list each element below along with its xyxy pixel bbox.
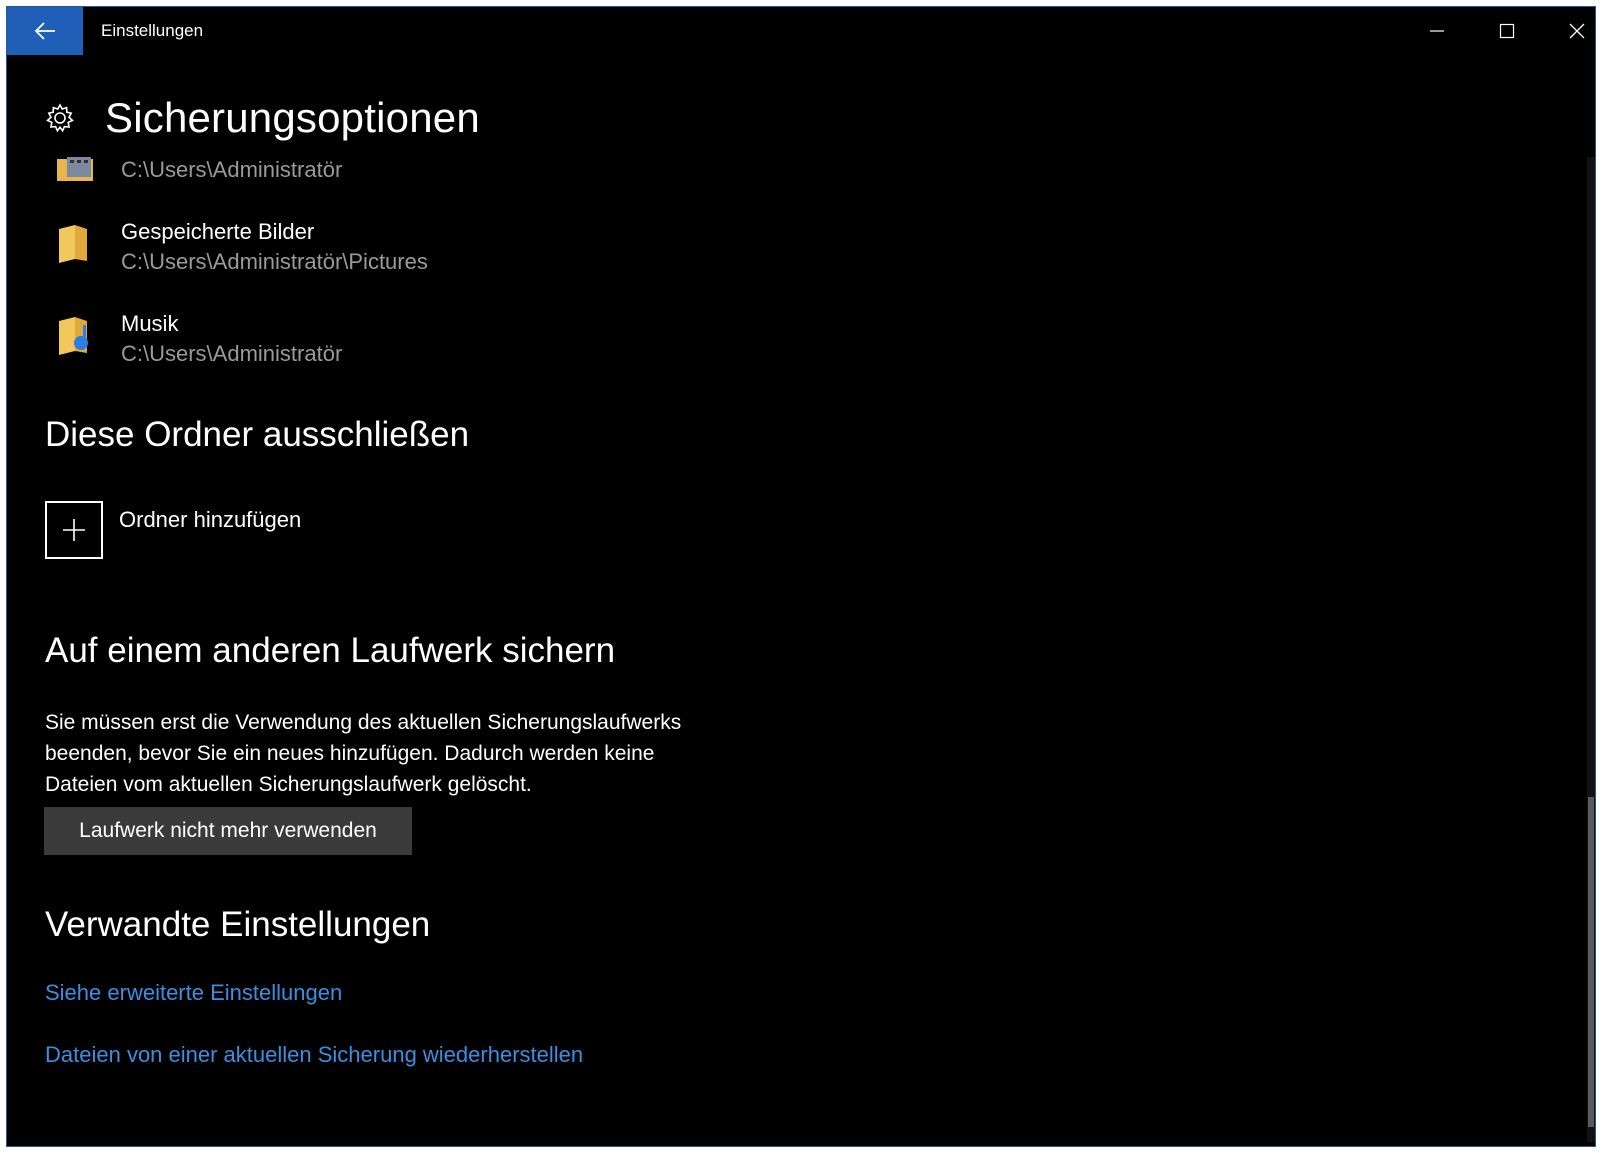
vertical-scrollbar[interactable] bbox=[1587, 157, 1595, 1142]
video-folder-icon bbox=[53, 151, 97, 195]
advanced-settings-link[interactable]: Siehe erweiterte Einstellungen bbox=[45, 980, 342, 1006]
folder-path: C:\Users\Administratör bbox=[121, 157, 343, 182]
music-folder-icon bbox=[53, 313, 97, 357]
folder-icon bbox=[53, 221, 97, 265]
page-title: Sicherungsoptionen bbox=[105, 94, 480, 141]
folder-name: Musik bbox=[121, 311, 179, 336]
title-bar: Einstellungen bbox=[7, 7, 1595, 55]
add-folder-label: Ordner hinzufügen bbox=[119, 507, 302, 532]
stop-using-drive-button[interactable]: Laufwerk nicht mehr verwenden bbox=[44, 807, 412, 855]
folder-name: Gespeicherte Bilder bbox=[121, 219, 315, 244]
minimize-button[interactable] bbox=[1402, 7, 1472, 55]
folder-path: C:\Users\Administratör\Pictures bbox=[121, 249, 428, 274]
scroll-thumb[interactable] bbox=[1588, 797, 1594, 1127]
folder-path: C:\Users\Administratör bbox=[121, 341, 343, 366]
folder-item-saved-pictures[interactable]: Gespeicherte Bilder C:\Users\Administrat… bbox=[53, 217, 428, 277]
description-line: Dateien vom aktuellen Sicherungslaufwerk… bbox=[45, 773, 532, 796]
gear-icon bbox=[43, 101, 77, 135]
maximize-icon bbox=[1499, 23, 1515, 39]
description-line: beenden, bevor Sie ein neues hinzufügen.… bbox=[45, 742, 655, 765]
page-header: Sicherungsoptionen bbox=[43, 93, 480, 143]
back-arrow-icon bbox=[34, 22, 55, 40]
close-button[interactable] bbox=[1542, 7, 1595, 55]
app-title: Einstellungen bbox=[101, 21, 204, 40]
minimize-icon bbox=[1430, 30, 1444, 32]
section-heading-related: Verwandte Einstellungen bbox=[45, 905, 431, 944]
close-icon bbox=[1569, 23, 1585, 39]
maximize-button[interactable] bbox=[1472, 7, 1542, 55]
section-heading-exclude: Diese Ordner ausschließen bbox=[45, 415, 470, 454]
plus-icon bbox=[45, 501, 103, 559]
description-line: Sie müssen erst die Verwendung des aktue… bbox=[45, 711, 682, 734]
restore-files-link[interactable]: Dateien von einer aktuellen Sicherung wi… bbox=[45, 1042, 583, 1068]
other-drive-description: Sie müssen erst die Verwendung des aktue… bbox=[45, 707, 765, 800]
back-button[interactable] bbox=[7, 7, 83, 55]
add-folder-button[interactable]: Ordner hinzufügen bbox=[45, 501, 301, 559]
section-heading-other-drive: Auf einem anderen Laufwerk sichern bbox=[45, 631, 616, 670]
folder-item-videos[interactable]: C:\Users\Administratör bbox=[53, 147, 342, 207]
settings-window: Einstellungen Sicherungsoptionen C:\User… bbox=[6, 6, 1596, 1147]
folder-item-music[interactable]: Musik C:\Users\Administratör bbox=[53, 309, 342, 369]
